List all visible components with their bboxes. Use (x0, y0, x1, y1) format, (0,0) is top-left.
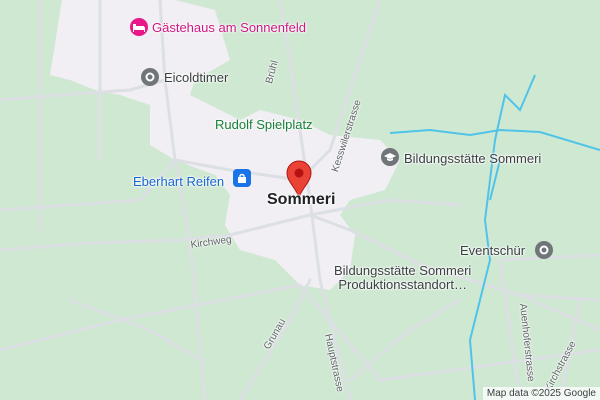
map-attribution[interactable]: Map data ©2025 Google (482, 387, 600, 400)
place-icon[interactable] (141, 68, 159, 86)
poi-label-eicoldtimer[interactable]: Eicoldtimer (164, 70, 228, 85)
poi-label-guesthouse[interactable]: Gästehaus am Sonnenfeld (152, 20, 306, 35)
poi-label-production-line1: Bildungsstätte Sommeri (334, 263, 472, 278)
poi-label-production-line2: Produktionsstandort… (338, 277, 467, 292)
hotel-icon[interactable] (130, 18, 148, 36)
education-icon[interactable] (381, 148, 399, 166)
poi-label-education[interactable]: Bildungsstätte Sommeri (404, 151, 541, 166)
poi-label-tires[interactable]: Eberhart Reifen (133, 174, 224, 189)
poi-label-production[interactable]: Bildungsstätte Sommeri Produktionsstando… (334, 264, 471, 292)
shopping-bag-icon[interactable] (233, 169, 251, 187)
poi-label-playground[interactable]: Rudolf Spielplatz (215, 117, 313, 132)
place-icon[interactable] (535, 241, 553, 259)
town-label[interactable]: Sommeri (267, 191, 335, 209)
poi-label-events[interactable]: Eventschür (460, 243, 525, 258)
